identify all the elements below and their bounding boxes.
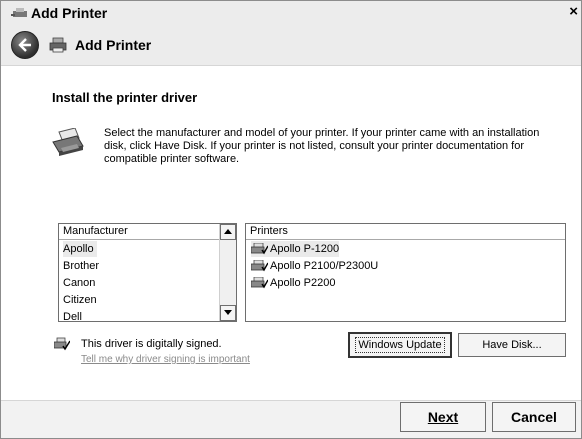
windows-update-button[interactable]: Windows Update <box>348 332 452 358</box>
back-arrow-icon <box>18 38 31 52</box>
page-title: Add Printer <box>75 37 152 53</box>
instructions-text: Select the manufacturer and model of you… <box>104 127 540 165</box>
list-item[interactable]: Apollo <box>63 241 97 257</box>
scroll-down-button[interactable] <box>220 305 236 321</box>
printer-model-label: Apollo P2200 <box>270 277 336 289</box>
have-disk-label: Have Disk... <box>482 339 542 351</box>
signed-driver-icon <box>54 337 70 351</box>
list-item[interactable]: Brother <box>63 258 99 274</box>
close-button[interactable]: × <box>569 3 578 20</box>
next-button[interactable]: Next <box>400 402 486 432</box>
printers-list-header: Printers <box>246 224 565 240</box>
back-button[interactable] <box>11 31 39 59</box>
list-item[interactable]: Citizen <box>63 292 97 308</box>
list-item[interactable]: Canon <box>63 275 95 291</box>
manufacturer-list-header: Manufacturer <box>59 224 236 240</box>
scroll-up-button[interactable] <box>220 224 236 240</box>
manufacturer-list[interactable]: Manufacturer Apollo Brother Canon Citize… <box>58 223 237 322</box>
printer-icon <box>49 37 67 53</box>
printer-icon <box>52 128 84 156</box>
printer-icon <box>11 8 27 17</box>
list-item[interactable]: Apollo P2100/P2300U <box>251 258 378 274</box>
list-item[interactable]: Apollo P2200 <box>251 275 335 291</box>
list-item[interactable]: Apollo P-1200 <box>251 241 340 257</box>
arrow-up-icon <box>224 229 232 234</box>
windows-update-label: Windows Update <box>355 337 445 353</box>
next-label: Next <box>427 409 459 425</box>
cancel-button[interactable]: Cancel <box>492 402 576 432</box>
window-title: Add Printer <box>31 5 108 21</box>
printer-icon <box>251 260 268 272</box>
title-bar: Add Printer × <box>1 1 581 25</box>
printer-model-label: Apollo P2100/P2300U <box>270 260 379 272</box>
have-disk-button[interactable]: Have Disk... <box>458 333 566 357</box>
printer-icon <box>251 243 268 255</box>
driver-signing-link[interactable]: Tell me why driver signing is important <box>81 354 250 365</box>
wizard-content: Install the printer driver Select the ma… <box>1 65 581 401</box>
printers-list[interactable]: Printers Apollo P-1200 Apollo P2100/P230… <box>245 223 566 322</box>
manufacturer-scrollbar[interactable] <box>219 224 236 321</box>
section-title: Install the printer driver <box>52 90 198 105</box>
signature-status-text: This driver is digitally signed. <box>81 338 222 350</box>
list-item[interactable]: Dell <box>63 309 82 321</box>
arrow-down-icon <box>224 310 232 315</box>
add-printer-window: Add Printer × Add Printer Install the pr… <box>0 0 582 439</box>
wizard-header: Add Printer <box>1 25 581 65</box>
printer-icon <box>251 277 268 289</box>
cancel-label: Cancel <box>511 409 557 425</box>
printer-model-label: Apollo P-1200 <box>270 243 340 255</box>
